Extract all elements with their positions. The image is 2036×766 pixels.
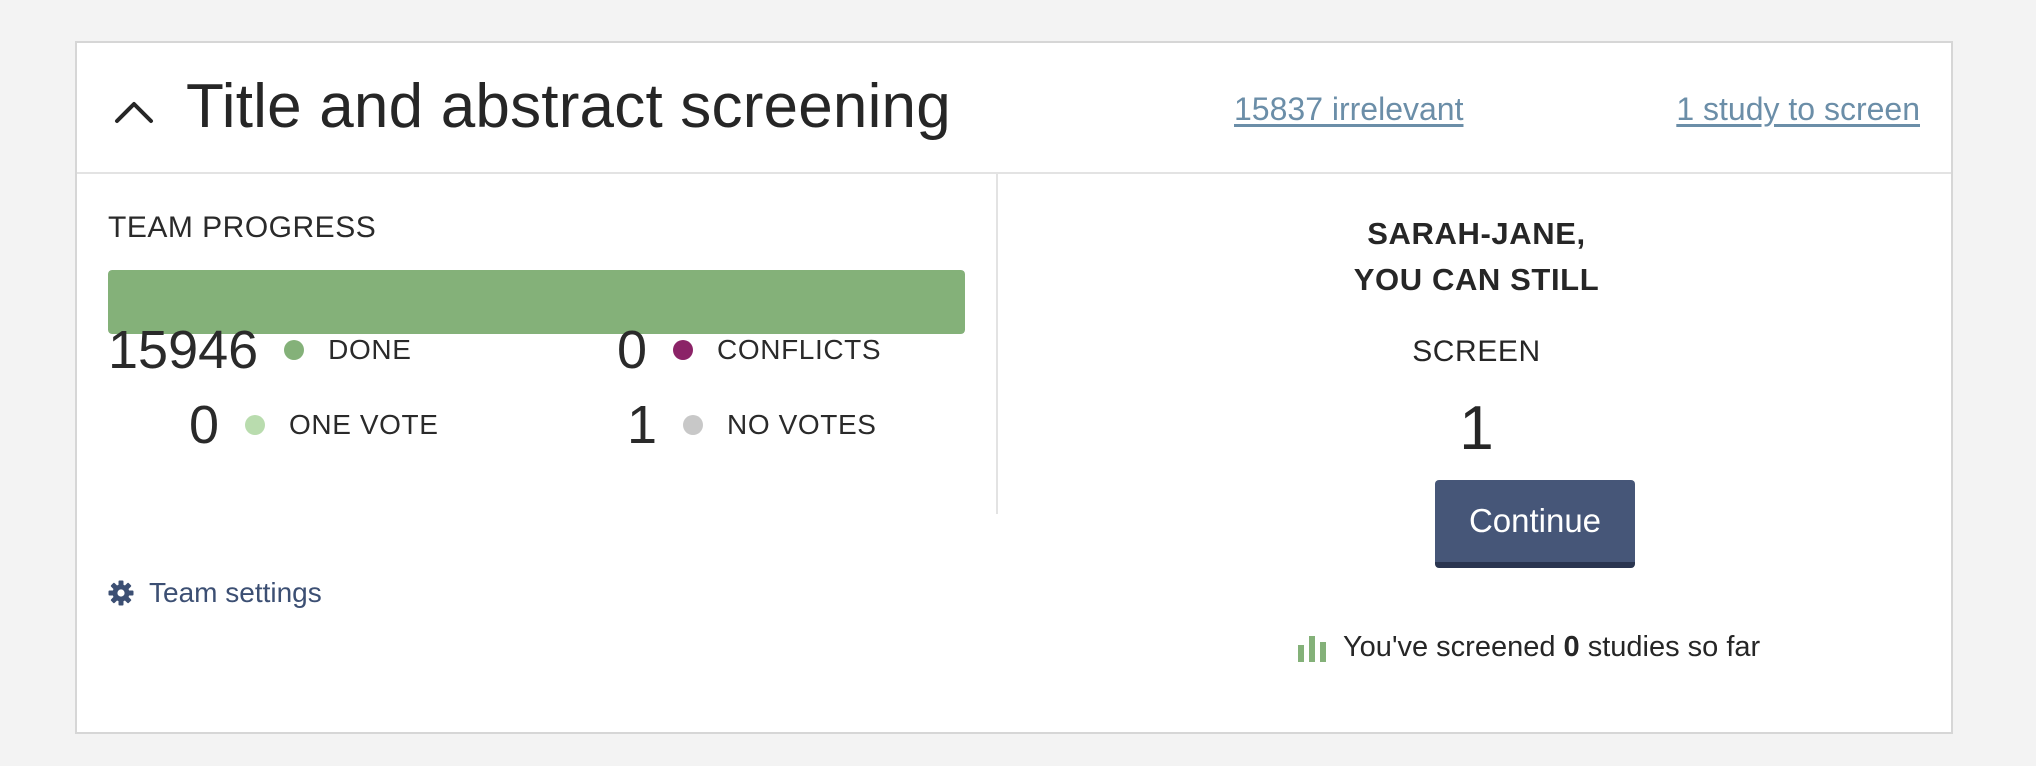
greeting-line-1: SARAH-JANE, <box>1367 216 1586 251</box>
team-progress-panel: TEAM PROGRESS 15946 DONE 0 CONFLICTS 0 O… <box>77 174 998 514</box>
team-settings-label: Team settings <box>149 577 322 608</box>
stat-conflicts: 0 CONFLICTS <box>617 320 881 380</box>
team-settings-link[interactable]: Team settings <box>108 577 322 609</box>
page-title: Title and abstract screening <box>186 72 951 141</box>
team-progress-label: TEAM PROGRESS <box>108 211 377 244</box>
screening-card: Title and abstract screening 15837 irrel… <box>75 41 1953 734</box>
conflicts-dot-icon <box>673 340 694 360</box>
continue-button[interactable]: Continue <box>1435 480 1635 568</box>
one-vote-label: ONE VOTE <box>289 409 439 440</box>
screened-suffix: studies so far <box>1579 631 1761 663</box>
conflicts-count: 0 <box>617 320 648 380</box>
gear-icon <box>108 580 134 606</box>
personal-screening-panel: SARAH-JANE, YOU CAN STILL SCREEN 1 Conti… <box>1000 174 1953 734</box>
screen-label: SCREEN <box>1412 335 1541 368</box>
card-header: Title and abstract screening 15837 irrel… <box>77 43 1951 174</box>
no-votes-dot-icon <box>683 415 704 435</box>
irrelevant-link[interactable]: 15837 irrelevant <box>1234 91 1463 128</box>
greeting: SARAH-JANE, YOU CAN STILL <box>1000 211 1953 303</box>
conflicts-label: CONFLICTS <box>717 334 882 365</box>
bar-chart-icon <box>1298 635 1326 662</box>
stat-one-vote: 0 ONE VOTE <box>189 395 439 455</box>
greeting-line-2: YOU CAN STILL <box>1353 262 1600 297</box>
no-votes-label: NO VOTES <box>727 409 877 440</box>
one-vote-count: 0 <box>189 395 220 455</box>
stat-done: 15946 DONE <box>108 320 411 380</box>
screened-prefix: You've screened <box>1343 631 1564 663</box>
remaining-count: 1 <box>1459 394 1494 463</box>
one-vote-dot-icon <box>245 415 266 435</box>
chevron-up-icon[interactable] <box>113 91 155 133</box>
screened-text: You've screened 0 studies so far <box>1343 631 1760 664</box>
done-count: 15946 <box>108 320 259 380</box>
stat-no-votes: 1 NO VOTES <box>627 395 877 455</box>
done-dot-icon <box>284 340 305 360</box>
studies-to-screen-link[interactable]: 1 study to screen <box>1676 91 1920 128</box>
screened-count: 0 <box>1563 631 1580 663</box>
screened-summary: You've screened 0 studies so far <box>1297 631 1760 664</box>
done-label: DONE <box>328 334 412 365</box>
no-votes-count: 1 <box>627 395 658 455</box>
